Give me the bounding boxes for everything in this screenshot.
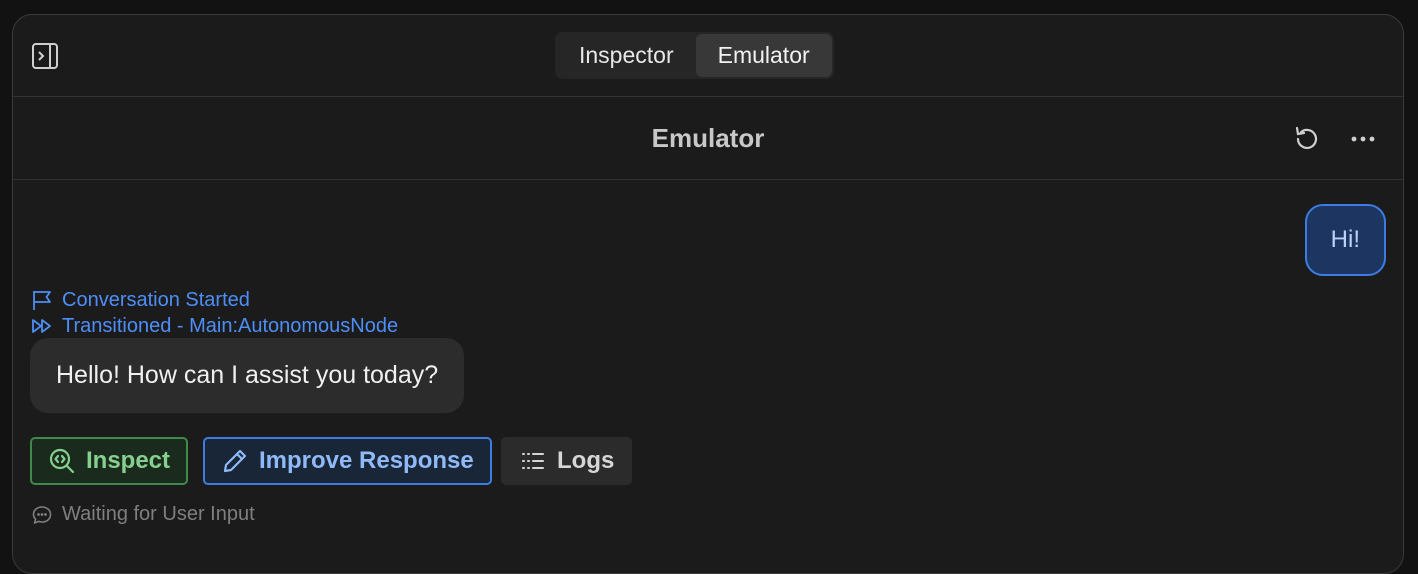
pencil-icon [221,447,249,475]
tab-emulator[interactable]: Emulator [695,34,832,77]
inspect-label: Inspect [86,447,171,474]
status-line: Waiting for User Input [31,503,255,526]
emulator-header: Emulator [13,97,1403,180]
list-icon [519,447,547,475]
improve-response-button[interactable]: Improve Response [203,437,492,485]
emulator-panel: Inspector Emulator Emulator Hi! Conversa… [12,14,1404,574]
event-label: Transitioned - Main:AutonomousNode [62,314,399,337]
event-transitioned: Transitioned - Main:AutonomousNode [31,314,398,338]
sidebar-toggle-icon[interactable] [31,42,59,70]
flag-icon [31,289,53,311]
improve-response-label: Improve Response [259,447,474,474]
event-conversation-started: Conversation Started [31,288,250,312]
event-label: Conversation Started [62,288,250,311]
refresh-icon[interactable] [1291,123,1323,155]
view-switcher: Inspector Emulator [555,32,834,79]
logs-button[interactable]: Logs [501,437,633,485]
more-icon[interactable] [1347,123,1379,155]
inspect-button[interactable]: Inspect [30,437,189,485]
chat-bubble-icon [31,504,53,526]
assistant-message-bubble: Hello! How can I assist you today? [30,338,465,413]
top-bar: Inspector Emulator [13,15,1403,97]
status-text: Waiting for User Input [62,503,255,525]
tab-inspector[interactable]: Inspector [557,34,696,77]
logs-label: Logs [557,447,615,474]
inspect-icon [48,447,76,475]
page-title: Emulator [651,122,765,153]
user-message-bubble: Hi! [1304,204,1386,276]
fast-forward-icon [31,315,53,337]
